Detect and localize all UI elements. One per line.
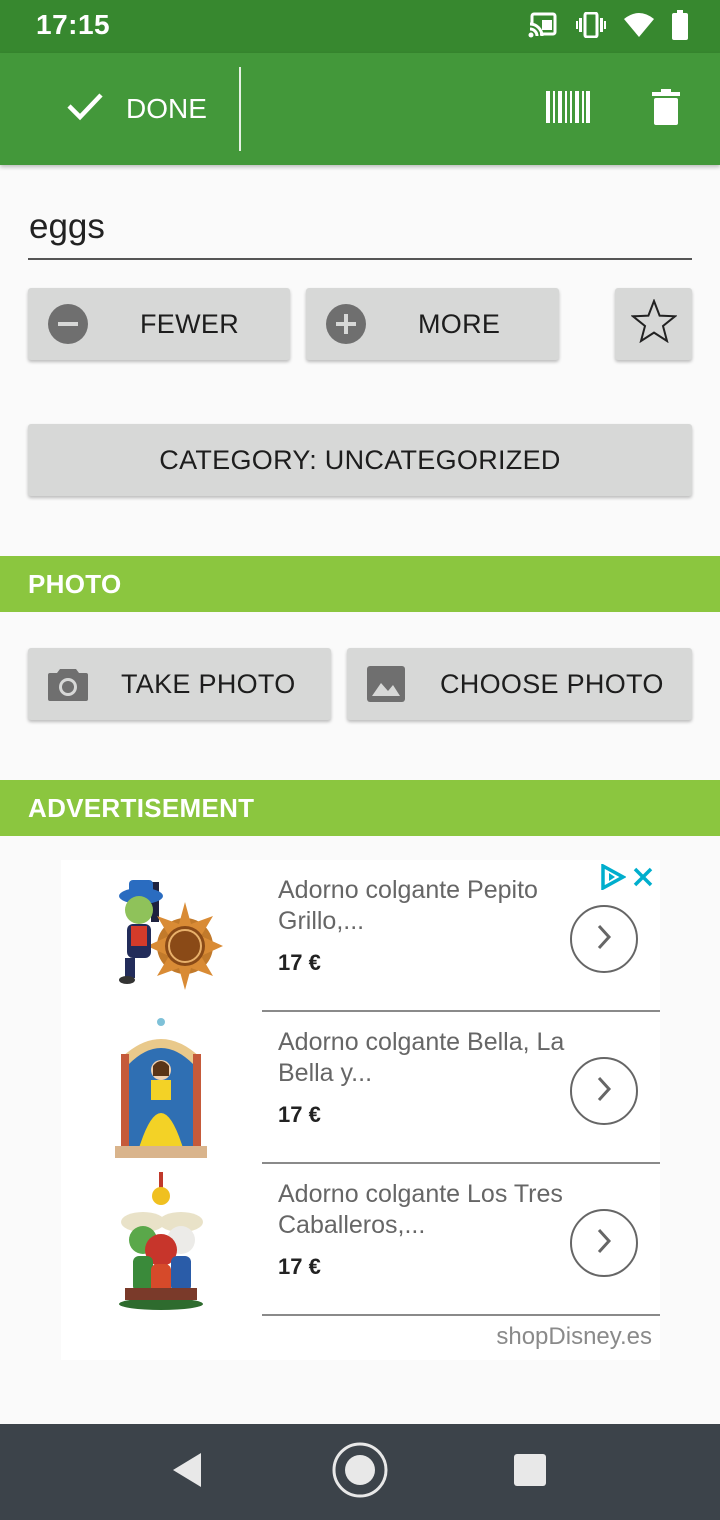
delete-button[interactable]	[640, 83, 692, 135]
star-icon	[629, 297, 678, 350]
chevron-right-icon	[596, 1075, 612, 1108]
status-icons	[528, 9, 688, 45]
photo-section-header: PHOTO	[0, 556, 720, 612]
take-photo-label: TAKE PHOTO	[121, 668, 296, 699]
cast-icon	[528, 12, 558, 43]
ad-product-price: 17 €	[278, 1102, 321, 1127]
barcode-icon	[546, 90, 590, 128]
chevron-right-icon	[596, 923, 612, 956]
more-label: MORE	[418, 308, 501, 339]
category-label: CATEGORY: UNCATEGORIZED	[159, 444, 561, 475]
ad-product-row[interactable]: Adorno colgante Los Tres Caballeros,... …	[61, 1164, 660, 1316]
choose-photo-button[interactable]: CHOOSE PHOTO	[347, 648, 692, 720]
advertisement-section-header: ADVERTISEMENT	[0, 780, 720, 836]
item-name-input[interactable]	[28, 205, 692, 260]
status-bar: 17:15	[0, 0, 720, 53]
ad-divider	[262, 1314, 660, 1316]
battery-icon	[672, 9, 688, 45]
minus-icon	[48, 304, 88, 344]
recents-square-icon	[514, 1453, 546, 1491]
home-button[interactable]	[310, 1424, 410, 1520]
product-thumbnail[interactable]	[81, 1018, 241, 1158]
category-button[interactable]: CATEGORY: UNCATEGORIZED	[28, 424, 692, 496]
fewer-label: FEWER	[140, 308, 239, 339]
toolbar-divider	[239, 67, 241, 151]
ad-product-title[interactable]: Adorno colgante Pepito Grillo,...	[278, 875, 568, 937]
ad-source-label[interactable]: shopDisney.es	[496, 1323, 652, 1351]
ad-open-button[interactable]	[570, 1209, 638, 1277]
favorite-button[interactable]	[615, 288, 692, 360]
ad-product-price: 17 €	[278, 950, 321, 975]
vibrate-icon	[576, 11, 606, 43]
ad-product-title[interactable]: Adorno colgante Bella, La Bella y...	[278, 1027, 568, 1089]
home-circle-icon	[331, 1441, 389, 1504]
plus-icon	[326, 304, 366, 344]
chevron-right-icon	[596, 1227, 612, 1260]
image-icon	[367, 666, 405, 702]
ad-open-button[interactable]	[570, 905, 638, 973]
fewer-button[interactable]: FEWER	[28, 288, 290, 360]
ad-banner[interactable]: Adorno colgante Pepito Grillo,... 17 € A…	[61, 860, 660, 1360]
barcode-scan-button[interactable]	[542, 83, 594, 135]
ad-product-row[interactable]: Adorno colgante Bella, La Bella y... 17 …	[61, 1012, 660, 1164]
product-thumbnail[interactable]	[81, 1170, 241, 1310]
recents-button[interactable]	[480, 1424, 580, 1520]
wifi-icon	[624, 12, 654, 43]
ad-product-price: 17 €	[278, 1254, 321, 1279]
status-time: 17:15	[36, 9, 111, 40]
done-label: DONE	[126, 93, 207, 124]
done-button[interactable]: DONE	[40, 53, 233, 165]
camera-icon	[48, 667, 88, 701]
more-button[interactable]: MORE	[306, 288, 559, 360]
choose-photo-label: CHOOSE PHOTO	[440, 668, 664, 699]
check-icon	[66, 91, 104, 128]
product-thumbnail[interactable]	[81, 866, 241, 1006]
ad-open-button[interactable]	[570, 1057, 638, 1125]
ad-product-row[interactable]: Adorno colgante Pepito Grillo,... 17 €	[61, 860, 660, 1012]
toolbar: DONE	[0, 53, 720, 165]
trash-icon	[652, 88, 680, 130]
take-photo-button[interactable]: TAKE PHOTO	[28, 648, 331, 720]
navigation-bar	[0, 1424, 720, 1520]
ad-product-title[interactable]: Adorno colgante Los Tres Caballeros,...	[278, 1179, 568, 1241]
back-button[interactable]	[138, 1424, 238, 1520]
back-triangle-icon	[173, 1452, 203, 1492]
